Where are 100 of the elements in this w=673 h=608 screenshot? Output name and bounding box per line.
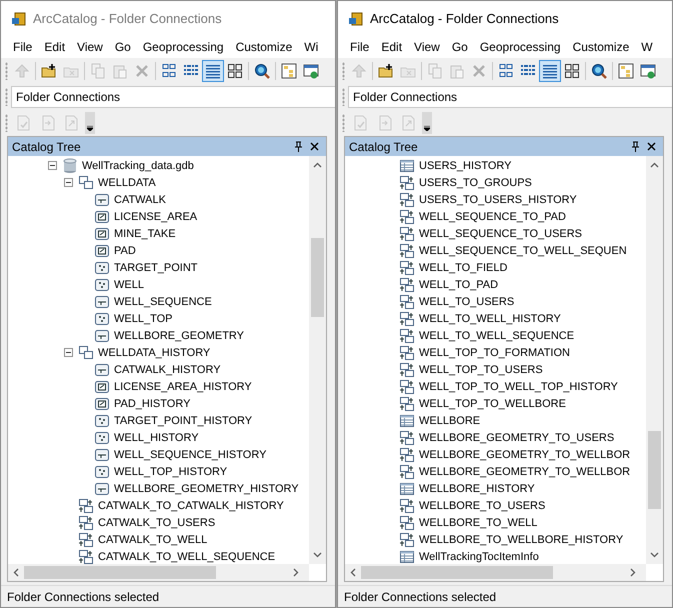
relationship-class-icon (399, 378, 415, 394)
chevron-right-icon[interactable] (293, 568, 299, 577)
line-feature-icon (94, 480, 110, 496)
tree-item[interactable]: WELL_SEQUENCE (113, 296, 213, 308)
tree-item[interactable]: TARGET_POINT (113, 262, 199, 274)
scroll-thumb[interactable] (24, 566, 216, 579)
tree-item[interactable]: WELL_TO_PAD (418, 278, 500, 290)
tree-item[interactable]: WELL_SEQUENCE_HISTORY (113, 448, 268, 460)
relationship-class-icon (399, 192, 415, 208)
relationship-class-icon (399, 498, 415, 514)
tree-item[interactable]: USERS_TO_GROUPS (418, 176, 533, 188)
menu-item[interactable]: Geoprocessing (474, 40, 567, 54)
menu-item[interactable]: Edit (375, 40, 408, 54)
tree-item[interactable]: WELL_SEQUENCE_TO_USERS (418, 228, 584, 240)
menu-item[interactable]: W (635, 40, 659, 54)
tree-item[interactable]: WELL_TO_WELL_SEQUENCE (418, 330, 576, 342)
chevron-right-icon[interactable] (630, 568, 636, 577)
tree-item[interactable]: WELLBORE_TO_USERS (418, 500, 546, 512)
tree-item[interactable]: PAD_HISTORY (113, 398, 192, 410)
point-feature-icon (94, 430, 110, 446)
tree-item[interactable]: WELL (113, 278, 145, 290)
table-icon (399, 412, 415, 428)
vertical-scrollbar[interactable] (646, 156, 663, 564)
tree-item[interactable]: WellTrackingTocItemInfo (418, 550, 540, 562)
tree-item[interactable]: WELL_HISTORY (113, 432, 200, 444)
tree-item[interactable]: WELLBORE_HISTORY (418, 482, 536, 494)
chevron-up-icon[interactable] (650, 162, 659, 168)
tree-item[interactable]: WELL_TOP_TO_WELL_TOP_HISTORY (418, 380, 619, 392)
polygon-feature-icon (94, 378, 110, 394)
menu-item[interactable]: Edit (38, 40, 72, 54)
import-document-icon (40, 115, 56, 131)
tree-item[interactable]: WELL_TO_WELL_HISTORY (418, 312, 562, 324)
tree-item[interactable]: CATWALK_TO_USERS (97, 516, 216, 528)
tree-item[interactable]: WELL_SEQUENCE_TO_PAD (418, 210, 567, 222)
location-field[interactable]: Folder Connections (11, 86, 335, 108)
tree-item[interactable]: WELL_TOP (113, 312, 174, 324)
tree-item[interactable]: WELLBORE_GEOMETRY_HISTORY (113, 482, 300, 494)
horizontal-scrollbar[interactable] (345, 564, 646, 581)
chevron-down-icon[interactable] (650, 552, 659, 558)
database-icon (62, 158, 78, 174)
menu-item[interactable]: View (71, 40, 109, 54)
menu-item[interactable]: View (408, 40, 446, 54)
tree-item[interactable]: CATWALK_TO_CATWALK_HISTORY (97, 500, 285, 512)
location-field[interactable]: Folder Connections (348, 86, 672, 108)
tree-item[interactable]: WELLBORE_GEOMETRY (113, 330, 245, 342)
menu-item[interactable]: Customize (230, 40, 298, 54)
tree-item[interactable]: LICENSE_AREA_HISTORY (113, 380, 253, 392)
tree-item[interactable]: WELLDATA (97, 176, 157, 188)
tree-item[interactable]: WELLDATA_HISTORY (97, 346, 212, 358)
scroll-thumb[interactable] (361, 566, 553, 579)
menu-item[interactable]: Customize (566, 40, 636, 54)
menu-item[interactable]: Geoprocessing (136, 40, 230, 54)
tree-item[interactable]: WELL_TO_USERS (418, 296, 516, 308)
tree-item[interactable]: PAD (113, 244, 137, 256)
folder-plus-icon (41, 63, 57, 79)
scroll-thumb[interactable] (648, 431, 661, 510)
chevron-down-icon[interactable] (313, 552, 322, 558)
menu-item[interactable]: Go (108, 40, 137, 54)
vertical-scrollbar[interactable] (309, 156, 326, 564)
menu-item[interactable]: Go (446, 40, 474, 54)
tree-item[interactable]: WELLBORE_GEOMETRY_TO_WELLBOR (418, 466, 632, 478)
tree-item[interactable]: CATWALK (113, 194, 167, 206)
tree-item[interactable]: WELLBORE_TO_WELL (418, 516, 538, 528)
tree-item[interactable]: WELL_TOP_HISTORY (113, 466, 228, 478)
tree-item[interactable]: WELL_TO_FIELD (418, 262, 508, 274)
collapse-button[interactable] (64, 348, 73, 357)
toolbar-options-button[interactable] (85, 112, 95, 134)
toolbar-options-button[interactable] (422, 112, 432, 134)
collapse-button[interactable] (48, 161, 57, 170)
menu-item[interactable]: File (7, 40, 38, 54)
panel-title: Catalog Tree (12, 140, 82, 154)
tree-item[interactable]: MINE_TAKE (113, 228, 177, 240)
export-document-icon (64, 115, 80, 131)
tree-item[interactable]: WELL_TOP_TO_USERS (418, 364, 544, 376)
tree-item[interactable]: USERS_HISTORY (418, 160, 513, 172)
tree-item[interactable]: TARGET_POINT_HISTORY (113, 414, 254, 426)
relationship-class-icon (399, 242, 415, 258)
tree-item[interactable]: WELLBORE_TO_WELLBORE_HISTORY (418, 534, 624, 546)
chevron-left-icon[interactable] (13, 568, 19, 577)
tree-item[interactable]: WELL_SEQUENCE_TO_WELL_SEQUEN (418, 244, 628, 256)
collapse-button[interactable] (64, 178, 73, 187)
tree-item[interactable]: WELL_TOP_TO_FORMATION (418, 346, 571, 358)
horizontal-scrollbar[interactable] (8, 564, 309, 581)
tree-item[interactable]: WELL_TOP_TO_WELLBORE (418, 398, 567, 410)
tree-item[interactable]: WellTracking_data.gdb (81, 160, 195, 172)
tree-item[interactable]: WELLBORE_GEOMETRY_TO_USERS (418, 432, 616, 444)
thumbnails-icon (227, 63, 243, 79)
tree-item[interactable]: CATWALK_HISTORY (113, 364, 222, 376)
menu-item[interactable]: File (344, 40, 376, 54)
tree-item[interactable]: LICENSE_AREA (113, 210, 198, 222)
chevron-up-icon[interactable] (313, 162, 322, 168)
scroll-thumb[interactable] (311, 238, 324, 318)
chevron-left-icon[interactable] (350, 568, 356, 577)
tree-item[interactable]: USERS_TO_USERS_HISTORY (418, 194, 578, 206)
tree-item[interactable]: WELLBORE_GEOMETRY_TO_WELLBOR (418, 448, 632, 460)
tree-item[interactable]: WELLBORE (418, 414, 482, 426)
tree-item[interactable]: CATWALK_TO_WELL (97, 534, 208, 546)
menu-item[interactable]: Wi (298, 40, 324, 54)
point-feature-icon (94, 310, 110, 326)
tree-item[interactable]: CATWALK_TO_WELL_SEQUENCE (97, 550, 276, 562)
